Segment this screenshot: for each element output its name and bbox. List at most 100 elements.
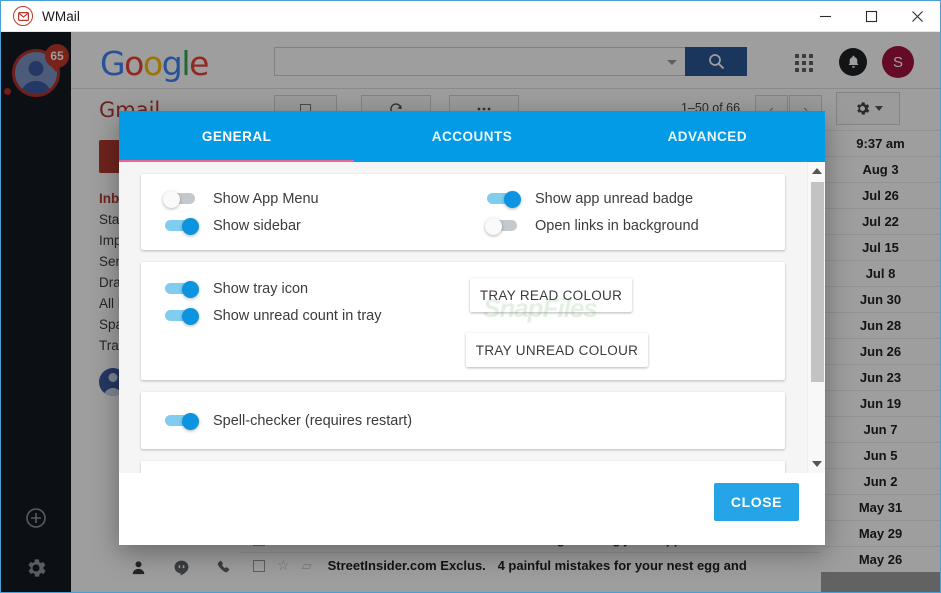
email-date: Aug 3 [821,156,940,182]
toggle-show-tray-icon[interactable] [163,281,199,298]
label-tag-icon[interactable]: ▱ [302,558,312,574]
toggle-show-app-unread-badge[interactable] [485,191,521,208]
logo-letter: o [142,44,163,83]
tab-accounts[interactable]: ACCOUNTS [354,111,589,162]
tray-card: Show tray icon Show unread count in tray [141,262,785,380]
caret-down-icon[interactable] [808,455,825,473]
gear-icon[interactable] [24,556,48,580]
chat-toolbar [131,560,232,576]
email-date: 9:37 am [821,130,940,156]
dialog-body: Show App Menu Show sidebar Show app unre… [119,162,825,473]
email-date: Jun 7 [821,416,940,442]
email-date: Jul 26 [821,182,940,208]
option-label: Show App Menu [213,190,319,207]
tab-general[interactable]: GENERAL [119,111,354,162]
display-options-right: Show app unread badge Open links in back… [463,184,785,240]
checkbox-icon[interactable] [253,559,265,572]
close-icon[interactable] [894,1,940,31]
search-input[interactable] [274,47,686,76]
star-icon[interactable]: ☆ [277,557,290,574]
logo-letter: g [161,44,183,83]
logo-letter: G [100,44,126,83]
wmail-window: WMail 65 Google S Gmail 1–50 of 66 ‹ › I… [0,0,941,593]
rail-dot [4,88,11,95]
chat-avatar-head [108,373,118,382]
spellchecker-card: Spell-checker (requires restart) [141,392,785,449]
option-label: Show unread count in tray [213,307,382,324]
option-show-sidebar[interactable]: Show sidebar [163,213,463,238]
email-date: Jun 26 [821,338,940,364]
email-date: May 26 [821,546,940,572]
maximize-icon[interactable] [848,1,894,31]
status-badge: 65 [45,44,69,72]
email-date: Jun 2 [821,468,940,494]
toggle-show-app-menu[interactable] [163,191,199,208]
option-show-app-unread-badge[interactable]: Show app unread badge [485,186,785,211]
email-date: Jun 23 [821,364,940,390]
scrollbar-thumb[interactable] [811,182,824,382]
caret-up-icon[interactable] [808,162,825,180]
option-show-unread-count-in-tray[interactable]: Show unread count in tray [163,303,466,328]
tray-options: Show tray icon Show unread count in tray [141,274,466,368]
hangouts-icon[interactable] [174,560,189,576]
apps-grid-icon[interactable] [795,54,813,72]
chevron-down-icon[interactable] [667,60,677,65]
dialog-footer: CLOSE [119,473,825,545]
settings-menu-button[interactable] [836,92,900,125]
option-open-links-in-background[interactable]: Open links in background [485,213,785,238]
toggle-knob [182,218,199,235]
email-subject: 4 painful mistakes for your nest egg and [497,558,747,573]
chevron-down-icon [874,106,883,111]
notifications-card: Show new mail notifications [141,461,785,473]
dialog-tabs: GENERAL ACCOUNTS ADVANCED [119,111,825,162]
email-date: Jul 8 [821,260,940,286]
display-options-left: Show App Menu Show sidebar [141,184,463,240]
toggle-knob [182,308,199,325]
avatar-head [28,61,44,76]
search-icon [708,54,724,70]
minimize-icon[interactable] [802,1,848,31]
email-date: Jun 19 [821,390,940,416]
plus-circle-icon[interactable] [24,506,48,530]
email-date: Jun 5 [821,442,940,468]
notification-bell-icon[interactable] [839,48,867,76]
toggle-show-sidebar[interactable] [163,218,199,235]
toggle-spell-checker[interactable] [163,413,199,430]
avatar-body [20,81,52,94]
search-button[interactable] [685,47,747,76]
account-avatar[interactable]: S [882,46,914,78]
toggle-knob [163,191,180,208]
option-label: Spell-checker (requires restart) [213,412,413,429]
toggle-show-unread-count-in-tray[interactable] [163,308,199,325]
email-date: May 29 [821,520,940,546]
tray-unread-colour-button[interactable]: TRAY UNREAD COLOUR [466,333,648,367]
logo-letter: l [181,44,190,83]
phone-icon[interactable] [217,560,232,575]
option-label: Show tray icon [213,280,309,297]
toggle-knob [485,218,502,235]
person-icon[interactable] [131,560,146,575]
email-sender: StreetInsider.com Exclus. [327,558,486,573]
tab-advanced[interactable]: ADVANCED [590,111,825,162]
email-date: May 31 [821,494,940,520]
general-display-card: Show App Menu Show sidebar Show app unre… [141,174,785,250]
option-show-tray-icon[interactable]: Show tray icon [163,276,466,301]
logo-letter: e [189,44,209,83]
settings-scroll-area: Show App Menu Show sidebar Show app unre… [119,162,807,473]
toggle-knob [504,191,521,208]
toggle-knob [182,413,199,430]
toggle-knob [182,281,199,298]
option-label: Show sidebar [213,217,301,234]
toggle-open-links-in-background[interactable] [485,218,521,235]
option-label: Show app unread badge [535,190,694,207]
settings-scrollbar[interactable] [807,162,825,473]
tray-colour-buttons: TRAY READ COLOUR TRAY UNREAD COLOUR [466,274,785,368]
google-logo: Google [100,44,209,83]
email-date: Jul 15 [821,234,940,260]
option-show-app-menu[interactable]: Show App Menu [163,186,463,211]
close-button[interactable]: CLOSE [714,483,799,521]
window-title: WMail [42,8,80,24]
tray-read-colour-button[interactable]: TRAY READ COLOUR [470,278,632,312]
option-spell-checker[interactable]: Spell-checker (requires restart) [163,408,412,433]
google-header: Google S [71,32,940,89]
